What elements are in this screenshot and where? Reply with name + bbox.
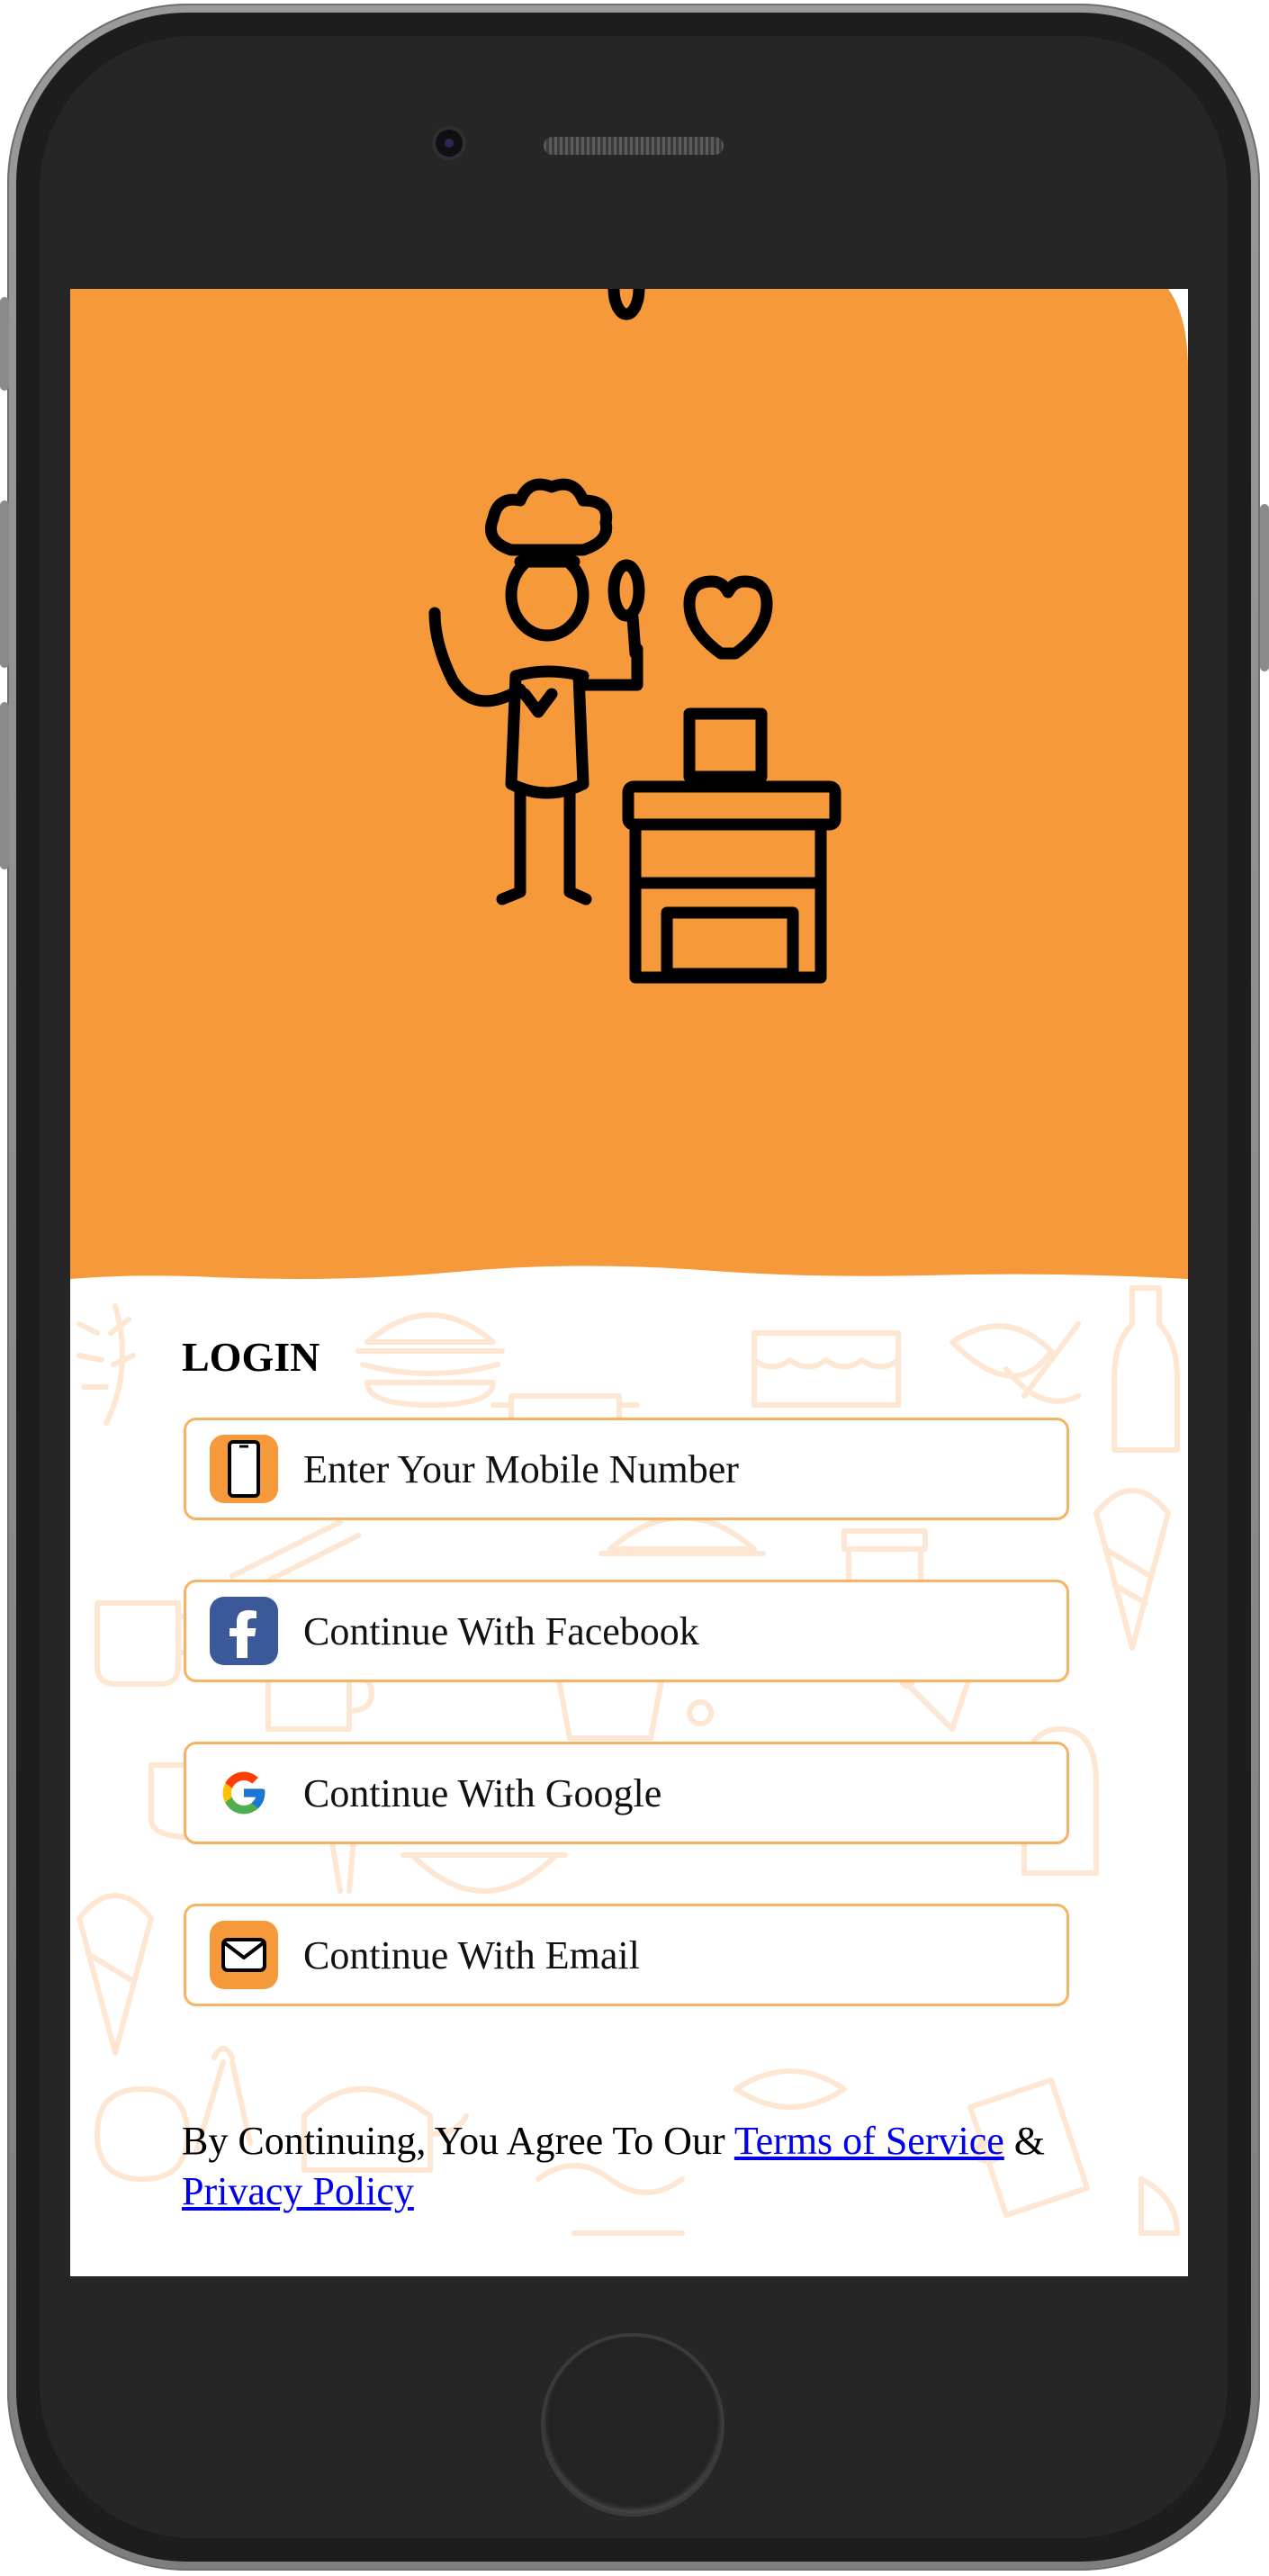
mobile-phone-icon [210,1435,278,1503]
volume-down-button [0,702,9,869]
google-button[interactable]: Continue With Google [184,1742,1069,1844]
power-button [1260,504,1269,671]
email-icon [210,1921,278,1989]
page-title: LOGIN [182,1334,320,1380]
mobile-number-label: Enter Your Mobile Number [303,1446,739,1491]
mobile-phone-glyph [228,1440,260,1498]
google-glyph [222,1771,266,1815]
email-glyph [221,1938,266,1972]
terms-of-service-link[interactable]: Terms of Service [734,2119,1004,2163]
privacy-policy-link[interactable]: Privacy Policy [182,2169,414,2213]
front-camera [436,130,463,157]
facebook-label: Continue With Facebook [303,1608,699,1653]
volume-up-button [0,500,9,668]
earpiece-speaker [544,137,724,155]
google-label: Continue With Google [303,1770,662,1815]
home-button[interactable] [544,2337,721,2513]
terms-notice: By Continuing, You Agree To Our Terms of… [182,2116,1082,2217]
login-panel: LOGIN Enter Your Mobile Number Continue … [70,289,1188,2276]
mobile-number-button[interactable]: Enter Your Mobile Number [184,1418,1069,1520]
facebook-button[interactable]: Continue With Facebook [184,1580,1069,1682]
terms-prefix: By Continuing, You Agree To Our [182,2119,725,2163]
facebook-glyph [230,1610,256,1658]
app-screen: LOGIN Enter Your Mobile Number Continue … [70,289,1188,2276]
email-label: Continue With Email [303,1932,640,1977]
email-button[interactable]: Continue With Email [184,1904,1069,2006]
facebook-icon [210,1597,278,1665]
mute-switch [0,297,9,391]
terms-connector: & [1013,2119,1045,2163]
google-icon [210,1759,278,1827]
